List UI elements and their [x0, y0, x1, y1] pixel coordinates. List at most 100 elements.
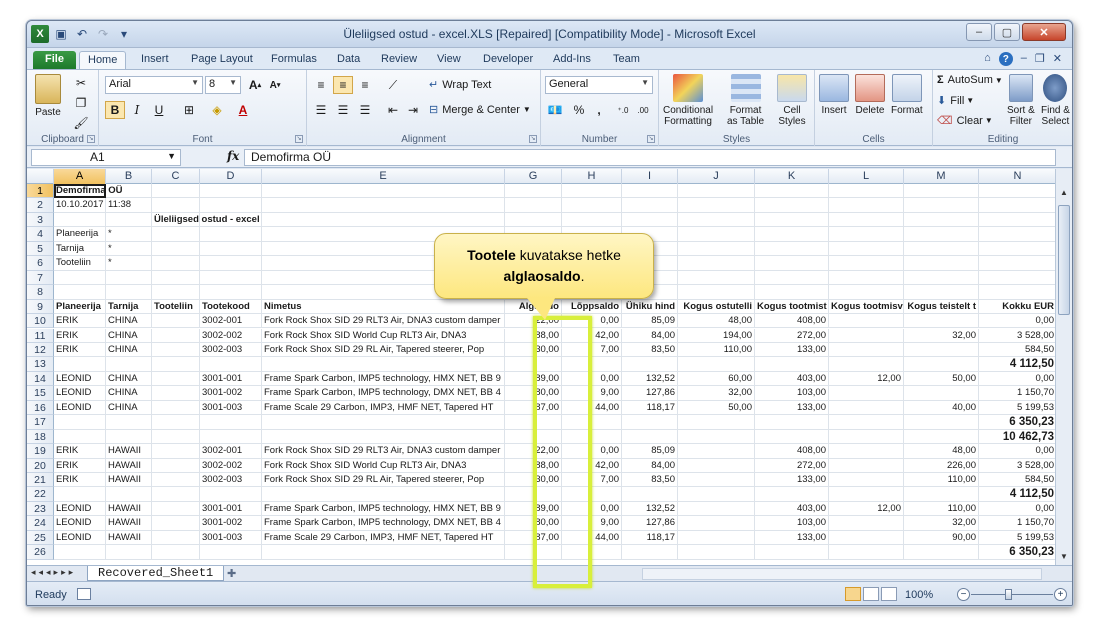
- cell-e12[interactable]: Fork Rock Shox SID 29 RL Air, Tapered st…: [262, 342, 505, 358]
- cell-j19[interactable]: [678, 444, 755, 459]
- tab-developer[interactable]: Developer: [475, 51, 541, 69]
- cell-i3[interactable]: [622, 212, 678, 228]
- cell-g19[interactable]: 22,00: [505, 444, 562, 459]
- column-header-d[interactable]: D: [200, 169, 262, 184]
- cell-a9[interactable]: Planeerija: [54, 299, 106, 315]
- column-header-m[interactable]: M: [904, 169, 979, 184]
- cell-g22[interactable]: [505, 487, 562, 502]
- window-minimize-icon[interactable]: –: [1021, 52, 1027, 66]
- cell-c5[interactable]: [152, 241, 200, 257]
- align-center-icon[interactable]: ☰: [333, 101, 353, 119]
- number-format-combo[interactable]: General ▼: [545, 76, 653, 94]
- cell-i18[interactable]: [622, 429, 678, 445]
- select-all-corner[interactable]: [27, 169, 54, 184]
- cell-i24[interactable]: 127,86: [622, 516, 678, 531]
- row-header[interactable]: 4: [27, 227, 54, 242]
- cell-k21[interactable]: 133,00: [755, 473, 829, 488]
- row-header[interactable]: 20: [27, 458, 54, 473]
- cell-d9[interactable]: Tootekood: [200, 299, 262, 315]
- row-header[interactable]: 10: [27, 314, 54, 329]
- cell-a12[interactable]: ERIK: [54, 342, 106, 358]
- column-header-l[interactable]: L: [829, 169, 904, 184]
- cell-j20[interactable]: [678, 458, 755, 473]
- cell-c12[interactable]: [152, 342, 200, 358]
- column-header-h[interactable]: H: [562, 169, 622, 184]
- cell-i2[interactable]: [622, 198, 678, 213]
- find-select-button[interactable]: Find & Select: [1041, 74, 1070, 127]
- name-box[interactable]: A1 ▼: [31, 149, 181, 166]
- cell-h23[interactable]: 0,00: [562, 501, 622, 517]
- window-close-icon[interactable]: ✕: [1053, 52, 1062, 66]
- cell-m15[interactable]: [904, 386, 979, 401]
- column-header-e[interactable]: E: [262, 169, 505, 184]
- cell-j3[interactable]: [678, 212, 755, 228]
- fill-color-icon[interactable]: ◈: [207, 101, 227, 119]
- cell-j18[interactable]: [678, 429, 755, 445]
- cell-b5[interactable]: *: [106, 241, 152, 257]
- cell-m9[interactable]: Kogus teistelt t: [904, 299, 979, 315]
- cell-l16[interactable]: [829, 400, 904, 416]
- cell-a18[interactable]: [54, 429, 106, 445]
- cell-n5[interactable]: [979, 241, 1057, 257]
- cell-j17[interactable]: [678, 415, 755, 430]
- increase-decimal-icon[interactable]: ⁺.0: [613, 101, 633, 119]
- cell-k22[interactable]: [755, 487, 829, 502]
- cell-m17[interactable]: [904, 415, 979, 430]
- cell-b6[interactable]: *: [106, 256, 152, 271]
- format-as-table-button[interactable]: Format as Table: [727, 74, 764, 127]
- align-bottom-icon[interactable]: ≡: [355, 76, 375, 94]
- cell-j24[interactable]: [678, 516, 755, 531]
- cell-c13[interactable]: [152, 357, 200, 372]
- tab-home[interactable]: Home: [79, 51, 127, 69]
- cell-n2[interactable]: [979, 198, 1057, 213]
- cell-a16[interactable]: LEONID: [54, 400, 106, 416]
- row-header[interactable]: 6: [27, 256, 54, 271]
- row-header[interactable]: 23: [27, 501, 54, 517]
- cell-n15[interactable]: 1 150,70: [979, 386, 1057, 401]
- cell-g18[interactable]: [505, 429, 562, 445]
- cell-l5[interactable]: [829, 241, 904, 257]
- row-header[interactable]: 8: [27, 285, 54, 300]
- cell-g21[interactable]: 30,00: [505, 473, 562, 488]
- cell-e24[interactable]: Frame Spark Carbon, IMP5 technology, DMX…: [262, 516, 505, 531]
- cell-g20[interactable]: 88,00: [505, 458, 562, 473]
- cell-m14[interactable]: 50,00: [904, 371, 979, 387]
- cell-j9[interactable]: Kogus ostutelli: [678, 299, 755, 315]
- cell-m13[interactable]: [904, 357, 979, 372]
- cell-i16[interactable]: 118,17: [622, 400, 678, 416]
- window-restore-icon[interactable]: ❐: [1035, 52, 1045, 66]
- column-header-n[interactable]: N: [979, 169, 1057, 184]
- cell-m18[interactable]: [904, 429, 979, 445]
- cell-k15[interactable]: 103,00: [755, 386, 829, 401]
- cell-d23[interactable]: 3001-001: [200, 501, 262, 517]
- cell-c4[interactable]: [152, 227, 200, 242]
- alignment-launcher-icon[interactable]: ↘: [529, 135, 537, 143]
- cell-i13[interactable]: [622, 357, 678, 372]
- cell-l1[interactable]: [829, 184, 904, 199]
- font-name-combo[interactable]: Arial ▼: [105, 76, 203, 94]
- cell-l22[interactable]: [829, 487, 904, 502]
- row-header[interactable]: 5: [27, 241, 54, 257]
- cell-l17[interactable]: [829, 415, 904, 430]
- fill-button[interactable]: ⬇ Fill ▼: [937, 94, 974, 108]
- cell-k24[interactable]: 103,00: [755, 516, 829, 531]
- cell-m24[interactable]: 32,00: [904, 516, 979, 531]
- row-header[interactable]: 14: [27, 371, 54, 387]
- cell-e22[interactable]: [262, 487, 505, 502]
- cell-l18[interactable]: [829, 429, 904, 445]
- cell-k9[interactable]: Kogus tootmist: [755, 299, 829, 315]
- cell-l21[interactable]: [829, 473, 904, 488]
- minimize-ribbon-icon[interactable]: ⌂: [984, 52, 991, 66]
- cell-e19[interactable]: Fork Rock Shox SID 29 RLT3 Air, DNA3 cus…: [262, 444, 505, 459]
- cell-a8[interactable]: [54, 285, 106, 300]
- cell-h21[interactable]: 7,00: [562, 473, 622, 488]
- tab-view[interactable]: View: [429, 51, 469, 69]
- cell-b24[interactable]: HAWAII: [106, 516, 152, 531]
- cell-k16[interactable]: 133,00: [755, 400, 829, 416]
- tab-team[interactable]: Team: [605, 51, 648, 69]
- cell-k6[interactable]: [755, 256, 829, 271]
- cell-n22[interactable]: 4 112,50: [979, 487, 1057, 502]
- orientation-icon[interactable]: ⟋: [383, 76, 403, 94]
- cell-m20[interactable]: 226,00: [904, 458, 979, 473]
- cell-c22[interactable]: [152, 487, 200, 502]
